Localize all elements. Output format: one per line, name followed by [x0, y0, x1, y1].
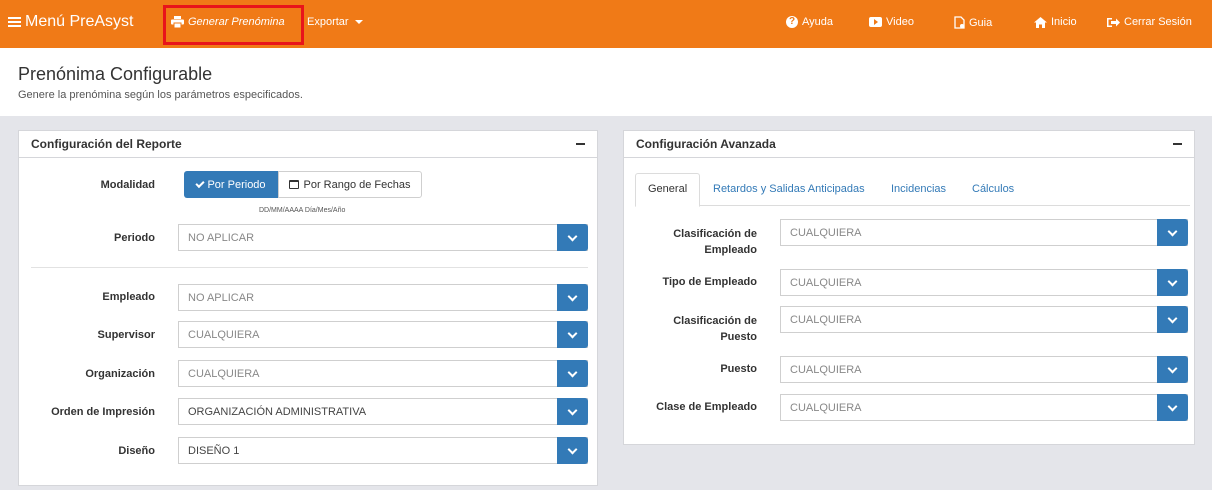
tab-general[interactable]: General [635, 173, 701, 207]
diseno-select[interactable]: DISEÑO 1 [178, 437, 588, 464]
hamburger-icon [8, 16, 21, 28]
empleado-select[interactable]: NO APLICAR [178, 284, 588, 311]
chevron-down-icon[interactable] [557, 284, 588, 311]
advanced-tabs: General Retardos y Salidas Anticipadas I… [635, 173, 1190, 207]
check-icon [195, 178, 206, 188]
por-rango-button[interactable]: Por Rango de Fechas [278, 171, 422, 198]
divider [31, 267, 588, 268]
field-label-clasificacion-puesto: Clasificación de Puesto [673, 315, 757, 343]
chevron-down-icon[interactable] [557, 224, 588, 251]
organizacion-value: CUALQUIERA [188, 367, 260, 380]
cerrar-label: Cerrar Sesión [1124, 16, 1192, 28]
ayuda-link[interactable]: ? Ayuda [786, 16, 833, 28]
empleado-value: NO APLICAR [188, 291, 255, 304]
video-label: Video [886, 16, 914, 28]
supervisor-select[interactable]: CUALQUIERA [178, 321, 588, 348]
field-label-diseno: Diseño [118, 445, 155, 457]
question-icon: ? [786, 16, 798, 28]
diseno-value: DISEÑO 1 [188, 444, 240, 457]
modalidad-label: Modalidad [100, 179, 155, 191]
chevron-down-icon[interactable] [1157, 269, 1188, 296]
chevron-down-icon[interactable] [557, 398, 588, 425]
calendar-icon [289, 180, 300, 189]
field-label-clasificacion-empleado: Clasificación de Empleado [673, 228, 757, 256]
brand-label: Menú PreAsyst [25, 13, 134, 30]
clasificacion-empleado-select[interactable]: CUALQUIERA [780, 219, 1188, 246]
field-label-empleado: Empleado [102, 291, 155, 303]
tipo-empleado-select[interactable]: CUALQUIERA [780, 269, 1188, 296]
field-label-puesto: Puesto [720, 363, 757, 375]
guide-icon [954, 16, 965, 29]
chevron-down-icon[interactable] [1157, 394, 1188, 421]
clase-empleado-select[interactable]: CUALQUIERA [780, 394, 1188, 421]
field-label-organizacion: Organización [85, 368, 155, 380]
puesto-value: CUALQUIERA [790, 363, 862, 376]
chevron-down-icon[interactable] [557, 437, 588, 464]
periodo-value: NO APLICAR [188, 231, 255, 244]
field-label-clase-empleado: Clase de Empleado [656, 401, 757, 413]
advanced-config-header: Configuración Avanzada [624, 131, 1194, 158]
exportar-dropdown[interactable]: Exportar [307, 16, 363, 28]
page-subtitle: Genere la prenómina según los parámetros… [18, 89, 303, 101]
organizacion-select[interactable]: CUALQUIERA [178, 360, 588, 387]
chevron-down-icon[interactable] [557, 321, 588, 348]
orden-impresion-select[interactable]: ORGANIZACIÓN ADMINISTRATIVA [178, 398, 588, 425]
clase-empleado-value: CUALQUIERA [790, 401, 862, 414]
menu-toggle[interactable]: Menú PreAsyst [8, 13, 133, 31]
sign-out-icon [1107, 17, 1120, 27]
clasificacion-puesto-value: CUALQUIERA [790, 313, 862, 326]
por-rango-label: Por Rango de Fechas [303, 178, 411, 191]
date-format-hint: DD/MM/AAAA Día/Mes/Año [259, 207, 346, 214]
clasificacion-empleado-value: CUALQUIERA [790, 226, 862, 239]
home-icon [1034, 16, 1047, 28]
orden-impresion-value: ORGANIZACIÓN ADMINISTRATIVA [188, 405, 367, 418]
guia-label: Guia [969, 16, 993, 29]
caret-down-icon [354, 20, 363, 24]
guia-link[interactable]: Guia [954, 16, 992, 29]
report-config-panel: Configuración del Reporte Modalidad Por … [18, 130, 598, 486]
puesto-select[interactable]: CUALQUIERA [780, 356, 1188, 383]
collapse-icon[interactable] [576, 143, 585, 145]
collapse-icon[interactable] [1173, 143, 1182, 145]
report-config-header: Configuración del Reporte [19, 131, 597, 158]
cerrar-sesion-link[interactable]: Cerrar Sesión [1107, 16, 1192, 28]
highlight-box [163, 5, 304, 45]
video-icon [869, 17, 882, 27]
chevron-down-icon[interactable] [1157, 219, 1188, 246]
periodo-select[interactable]: NO APLICAR [178, 224, 588, 251]
report-config-title: Configuración del Reporte [31, 137, 182, 151]
top-navbar: Menú PreAsyst Generar Prenómina Exportar… [0, 0, 1212, 48]
tipo-empleado-value: CUALQUIERA [790, 276, 862, 289]
tab-incidencias[interactable]: Incidencias [891, 183, 946, 195]
exportar-label: Exportar [307, 16, 349, 28]
advanced-config-panel: Configuración Avanzada General Retardos … [623, 130, 1195, 445]
page-title: Prenónima Configurable [18, 64, 213, 84]
inicio-label: Inicio [1051, 16, 1077, 28]
por-periodo-button[interactable]: Por Periodo [184, 171, 278, 198]
chevron-down-icon[interactable] [1157, 356, 1188, 383]
por-periodo-label: Por Periodo [207, 178, 266, 191]
field-label-supervisor: Supervisor [97, 329, 155, 341]
chevron-down-icon[interactable] [1157, 306, 1188, 333]
field-label-orden-impresion: Orden de Impresión [51, 406, 155, 418]
tab-retardos[interactable]: Retardos y Salidas Anticipadas [713, 183, 865, 195]
video-link[interactable]: Video [869, 16, 914, 28]
field-label-periodo: Periodo [114, 232, 155, 244]
chevron-down-icon[interactable] [557, 360, 588, 387]
tab-calculos[interactable]: Cálculos [972, 183, 1014, 195]
supervisor-value: CUALQUIERA [188, 328, 260, 341]
clasificacion-puesto-select[interactable]: CUALQUIERA [780, 306, 1188, 333]
field-label-tipo-empleado: Tipo de Empleado [662, 276, 757, 288]
advanced-config-title: Configuración Avanzada [636, 137, 776, 151]
inicio-link[interactable]: Inicio [1034, 16, 1077, 28]
ayuda-label: Ayuda [802, 16, 833, 28]
